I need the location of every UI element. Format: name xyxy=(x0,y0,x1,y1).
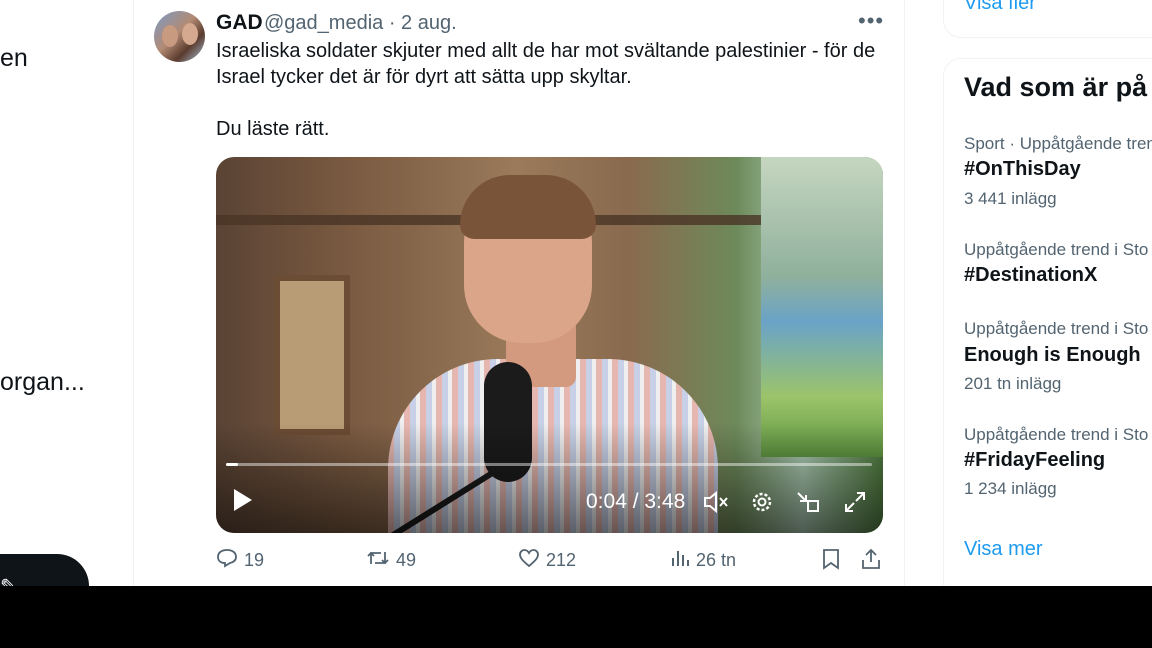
fullscreen-icon[interactable] xyxy=(842,489,868,515)
nav-item-label[interactable]: en xyxy=(0,44,28,73)
column-divider xyxy=(904,0,905,586)
like-button[interactable]: 212 xyxy=(518,548,576,574)
video-time: 0:04 / 3:48 xyxy=(586,490,686,513)
trend-category: Uppåtgående trend i Sto xyxy=(964,240,1149,259)
trend-category: Sport · Uppåtgående tren xyxy=(964,134,1152,153)
background-window xyxy=(761,157,883,457)
share-icon xyxy=(861,548,881,576)
trend-name[interactable]: Enough is Enough xyxy=(964,344,1141,367)
retweet-button[interactable]: 49 xyxy=(366,548,416,574)
trend-name[interactable]: #DestinationX xyxy=(964,264,1097,287)
mute-icon[interactable] xyxy=(702,489,730,515)
author-name[interactable]: GAD xyxy=(216,11,263,35)
avatar[interactable] xyxy=(154,11,205,62)
docked-player-icon[interactable] xyxy=(794,489,822,515)
bottom-black-bar xyxy=(0,586,1152,648)
column-divider xyxy=(133,0,134,586)
views-button[interactable]: 26 tn xyxy=(670,548,736,574)
author-handle-date[interactable]: @gad_media · 2 aug. xyxy=(264,12,457,35)
show-more-link[interactable]: Visa fler xyxy=(964,0,1036,15)
retweet-icon xyxy=(366,548,390,574)
retweet-count: 49 xyxy=(396,550,417,570)
tweet-text-paragraph: Israeliska soldater skjuter med allt de … xyxy=(216,40,876,88)
video-player[interactable]: 0:04 / 3:48 xyxy=(216,157,883,533)
views-count: 26 tn xyxy=(696,550,737,570)
reply-button[interactable]: 19 xyxy=(216,548,264,574)
heart-icon xyxy=(518,548,540,574)
wall-picture xyxy=(274,275,350,435)
bookmark-icon xyxy=(822,548,840,576)
share-button[interactable] xyxy=(861,548,887,576)
trend-name[interactable]: #OnThisDay xyxy=(964,158,1081,181)
reply-count: 19 xyxy=(244,550,265,570)
settings-gear-icon[interactable] xyxy=(749,489,775,515)
trend-category: Uppåtgående trend i Sto xyxy=(964,319,1149,338)
play-icon[interactable] xyxy=(234,489,252,511)
like-count: 212 xyxy=(546,550,577,570)
reply-icon xyxy=(216,548,238,574)
tweet-text-paragraph: Du läste rätt. xyxy=(216,118,330,140)
bar-chart-icon xyxy=(670,548,690,574)
tweet-text: Israeliska soldater skjuter med allt de … xyxy=(216,38,896,142)
trend-count: 3 441 inlägg xyxy=(964,189,1057,208)
trend-category: Uppåtgående trend i Sto xyxy=(964,425,1149,444)
trend-count: 201 tn inlägg xyxy=(964,374,1062,393)
video-progress-fill xyxy=(226,463,238,466)
trend-name[interactable]: #FridayFeeling xyxy=(964,449,1105,472)
more-options-icon[interactable]: ••• xyxy=(858,8,884,34)
trends-title: Vad som är på g xyxy=(964,72,1152,102)
bookmark-button[interactable] xyxy=(822,548,846,576)
trend-count: 1 234 inlägg xyxy=(964,479,1057,498)
show-more-trends-link[interactable]: Visa mer xyxy=(964,538,1043,561)
video-progress-bar[interactable] xyxy=(226,463,872,466)
nav-item-label[interactable]: organ... xyxy=(0,368,85,397)
